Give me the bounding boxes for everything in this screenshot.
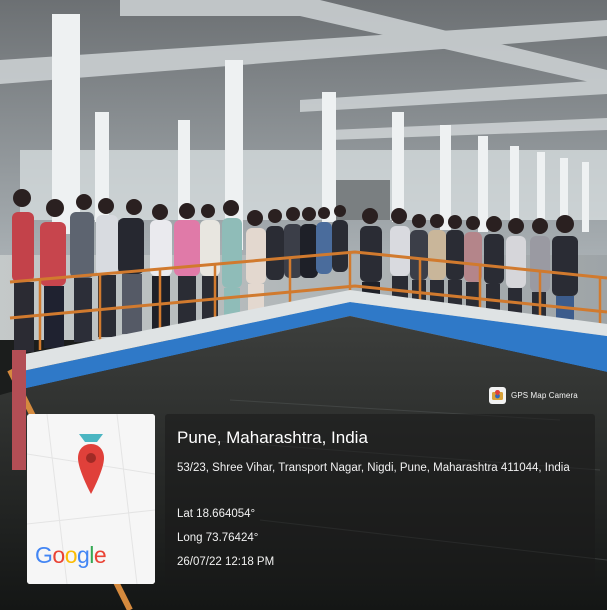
- location-address: 53/23, Shree Vihar, Transport Nagar, Nig…: [177, 462, 570, 474]
- location-title: Pune, Maharashtra, India: [177, 428, 368, 447]
- map-pin-icon: [78, 434, 104, 494]
- gps-badge-label: GPS Map Camera: [511, 390, 578, 400]
- gps-map-camera-badge: GPS Map Camera: [489, 386, 578, 404]
- timestamp-value: 26/07/22 12:18 PM: [177, 556, 275, 568]
- map-thumbnail: Google: [27, 414, 155, 584]
- site-visit-photo: GPS Map Camera Google Pune, Maharashtra,…: [0, 0, 607, 610]
- longitude-value: Long 73.76424°: [177, 532, 259, 544]
- google-logo-text: Google: [35, 542, 107, 568]
- location-info-panel: Pune, Maharashtra, India 53/23, Shree Vi…: [165, 414, 595, 584]
- camera-pin-icon: [489, 386, 506, 404]
- google-logo: Google: [35, 542, 107, 569]
- latitude-value: Lat 18.664054°: [177, 508, 256, 520]
